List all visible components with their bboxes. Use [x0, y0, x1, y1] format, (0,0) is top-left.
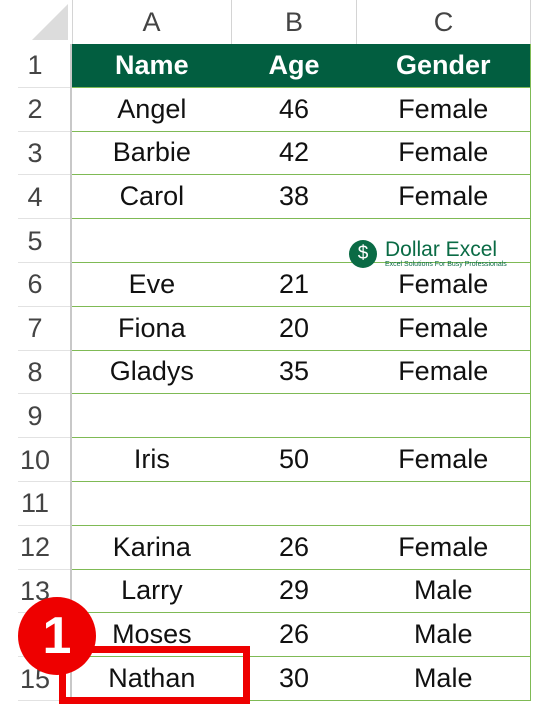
age-cell[interactable]: 30: [232, 657, 357, 700]
name-cell[interactable]: Gladys: [72, 351, 232, 394]
select-all-corner[interactable]: [0, 0, 73, 44]
row-header-5[interactable]: 5: [0, 219, 72, 263]
table-row: Iris 50 Female: [72, 438, 531, 482]
row-header-4[interactable]: 4: [0, 175, 72, 220]
name-cell[interactable]: Karina: [72, 526, 232, 569]
row-header-7[interactable]: 7: [0, 306, 72, 351]
gender-cell[interactable]: Female: [356, 132, 530, 175]
watermark-subtitle: Excel Solutions For Busy Professionals: [385, 261, 507, 268]
column-header-b[interactable]: B: [232, 0, 357, 44]
table-row: Barbie 42 Female: [72, 131, 531, 176]
row-header-6[interactable]: 6: [0, 263, 72, 307]
gender-cell[interactable]: Female: [356, 88, 530, 131]
gender-cell[interactable]: [356, 394, 530, 437]
row-header-10[interactable]: 10: [0, 438, 72, 482]
name-cell[interactable]: [72, 482, 232, 525]
age-cell[interactable]: 42: [232, 132, 357, 175]
row-header-1[interactable]: 1: [0, 44, 72, 88]
header-gender-cell[interactable]: Gender: [356, 44, 530, 87]
age-cell[interactable]: 20: [232, 307, 357, 350]
age-cell[interactable]: 29: [232, 570, 357, 613]
watermark-title: Dollar Excel: [385, 238, 498, 261]
name-cell[interactable]: Fiona: [72, 307, 232, 350]
name-cell[interactable]: Eve: [72, 263, 232, 306]
row-header-2[interactable]: 2: [0, 87, 72, 132]
name-cell[interactable]: Carol: [72, 175, 232, 218]
table-row: Karina 26 Female: [72, 525, 531, 570]
age-cell[interactable]: 21: [232, 263, 357, 306]
name-cell[interactable]: Angel: [72, 88, 232, 131]
table-row: Fiona 20 Female: [72, 306, 531, 351]
table-row: [72, 482, 531, 526]
row-header-12[interactable]: 12: [0, 525, 72, 570]
gender-cell[interactable]: [356, 482, 530, 525]
gender-cell[interactable]: Male: [356, 613, 530, 656]
gender-cell[interactable]: Female: [356, 307, 530, 350]
header-row: Name Age Gender: [72, 44, 531, 88]
table-row: Larry 29 Male: [72, 569, 531, 614]
gender-cell[interactable]: Female: [356, 438, 530, 481]
gender-cell[interactable]: Female: [356, 526, 530, 569]
header-name-cell[interactable]: Name: [72, 44, 232, 87]
age-cell[interactable]: [232, 219, 357, 262]
table-row: Gladys 35 Female: [72, 350, 531, 395]
gender-cell[interactable]: Female: [356, 263, 530, 306]
header-age-cell[interactable]: Age: [232, 44, 357, 87]
table-row: Angel 46 Female: [72, 87, 531, 132]
select-all-triangle: [32, 4, 68, 40]
name-cell[interactable]: [72, 394, 232, 437]
age-cell[interactable]: 46: [232, 88, 357, 131]
name-cell[interactable]: Iris: [72, 438, 232, 481]
name-cell[interactable]: Barbie: [72, 132, 232, 175]
gender-cell[interactable]: Female: [356, 351, 530, 394]
age-cell[interactable]: 26: [232, 613, 357, 656]
age-cell[interactable]: 38: [232, 175, 357, 218]
gender-cell[interactable]: Female: [356, 175, 530, 218]
gender-cell[interactable]: Male: [356, 657, 530, 700]
table-row: Carol 38 Female: [72, 175, 531, 220]
column-header-a[interactable]: A: [72, 0, 232, 44]
table-row: [72, 394, 531, 439]
age-cell[interactable]: [232, 394, 357, 437]
row-header-8[interactable]: 8: [0, 350, 72, 395]
row-header-11[interactable]: 11: [0, 482, 72, 526]
gender-cell[interactable]: Male: [356, 570, 530, 613]
row-header-3[interactable]: 3: [0, 131, 72, 176]
dollar-excel-watermark: $ Dollar Excel Excel Solutions For Busy …: [349, 239, 507, 269]
row-header-9[interactable]: 9: [0, 394, 72, 439]
dollar-icon: $: [349, 240, 377, 268]
name-cell[interactable]: [72, 219, 232, 262]
column-header-c[interactable]: C: [357, 0, 531, 44]
age-cell[interactable]: [232, 482, 357, 525]
age-cell[interactable]: 35: [232, 351, 357, 394]
age-cell[interactable]: 50: [232, 438, 357, 481]
age-cell[interactable]: 26: [232, 526, 357, 569]
step-badge: 1: [18, 597, 96, 675]
name-cell[interactable]: Larry: [72, 570, 232, 613]
table-row: Eve 21 Female: [72, 263, 531, 307]
